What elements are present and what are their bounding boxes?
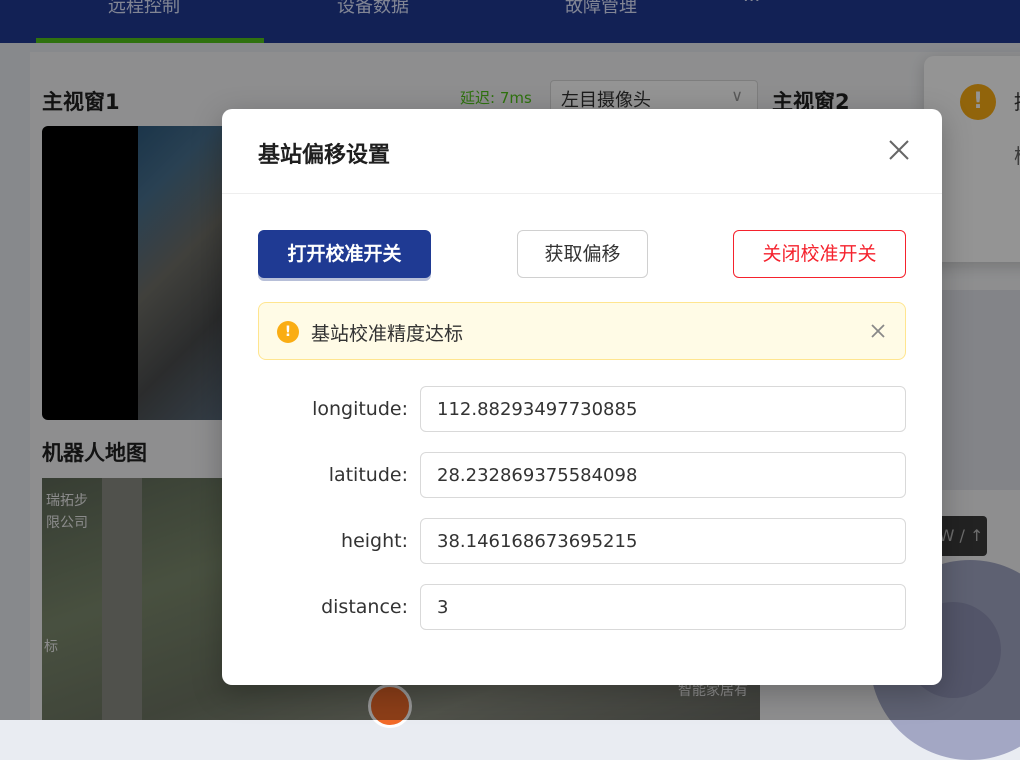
warning-icon: ! bbox=[277, 321, 299, 343]
latitude-label: latitude: bbox=[328, 464, 408, 486]
height-label: height: bbox=[341, 530, 408, 552]
close-calibration-button[interactable]: 关闭校准开关 bbox=[733, 230, 906, 278]
longitude-field[interactable] bbox=[420, 386, 906, 432]
distance-field[interactable] bbox=[420, 584, 906, 630]
longitude-label: longitude: bbox=[312, 398, 408, 420]
height-field[interactable] bbox=[420, 518, 906, 564]
close-icon[interactable] bbox=[886, 137, 912, 163]
distance-label: distance: bbox=[321, 596, 408, 618]
get-offset-button[interactable]: 获取偏移 bbox=[517, 230, 648, 278]
modal-title: 基站偏移设置 bbox=[258, 143, 391, 168]
alert-message: 基站校准精度达标 bbox=[311, 323, 464, 345]
modal-divider bbox=[222, 193, 942, 194]
alert-close-icon[interactable] bbox=[869, 322, 887, 340]
open-calibration-button[interactable]: 打开校准开关 bbox=[258, 230, 431, 278]
warning-alert: ! 基站校准精度达标 bbox=[258, 302, 906, 360]
base-station-offset-modal: 基站偏移设置 打开校准开关 获取偏移 关闭校准开关 ! 基站校准精度达标 lon… bbox=[222, 109, 942, 685]
latitude-field[interactable] bbox=[420, 452, 906, 498]
